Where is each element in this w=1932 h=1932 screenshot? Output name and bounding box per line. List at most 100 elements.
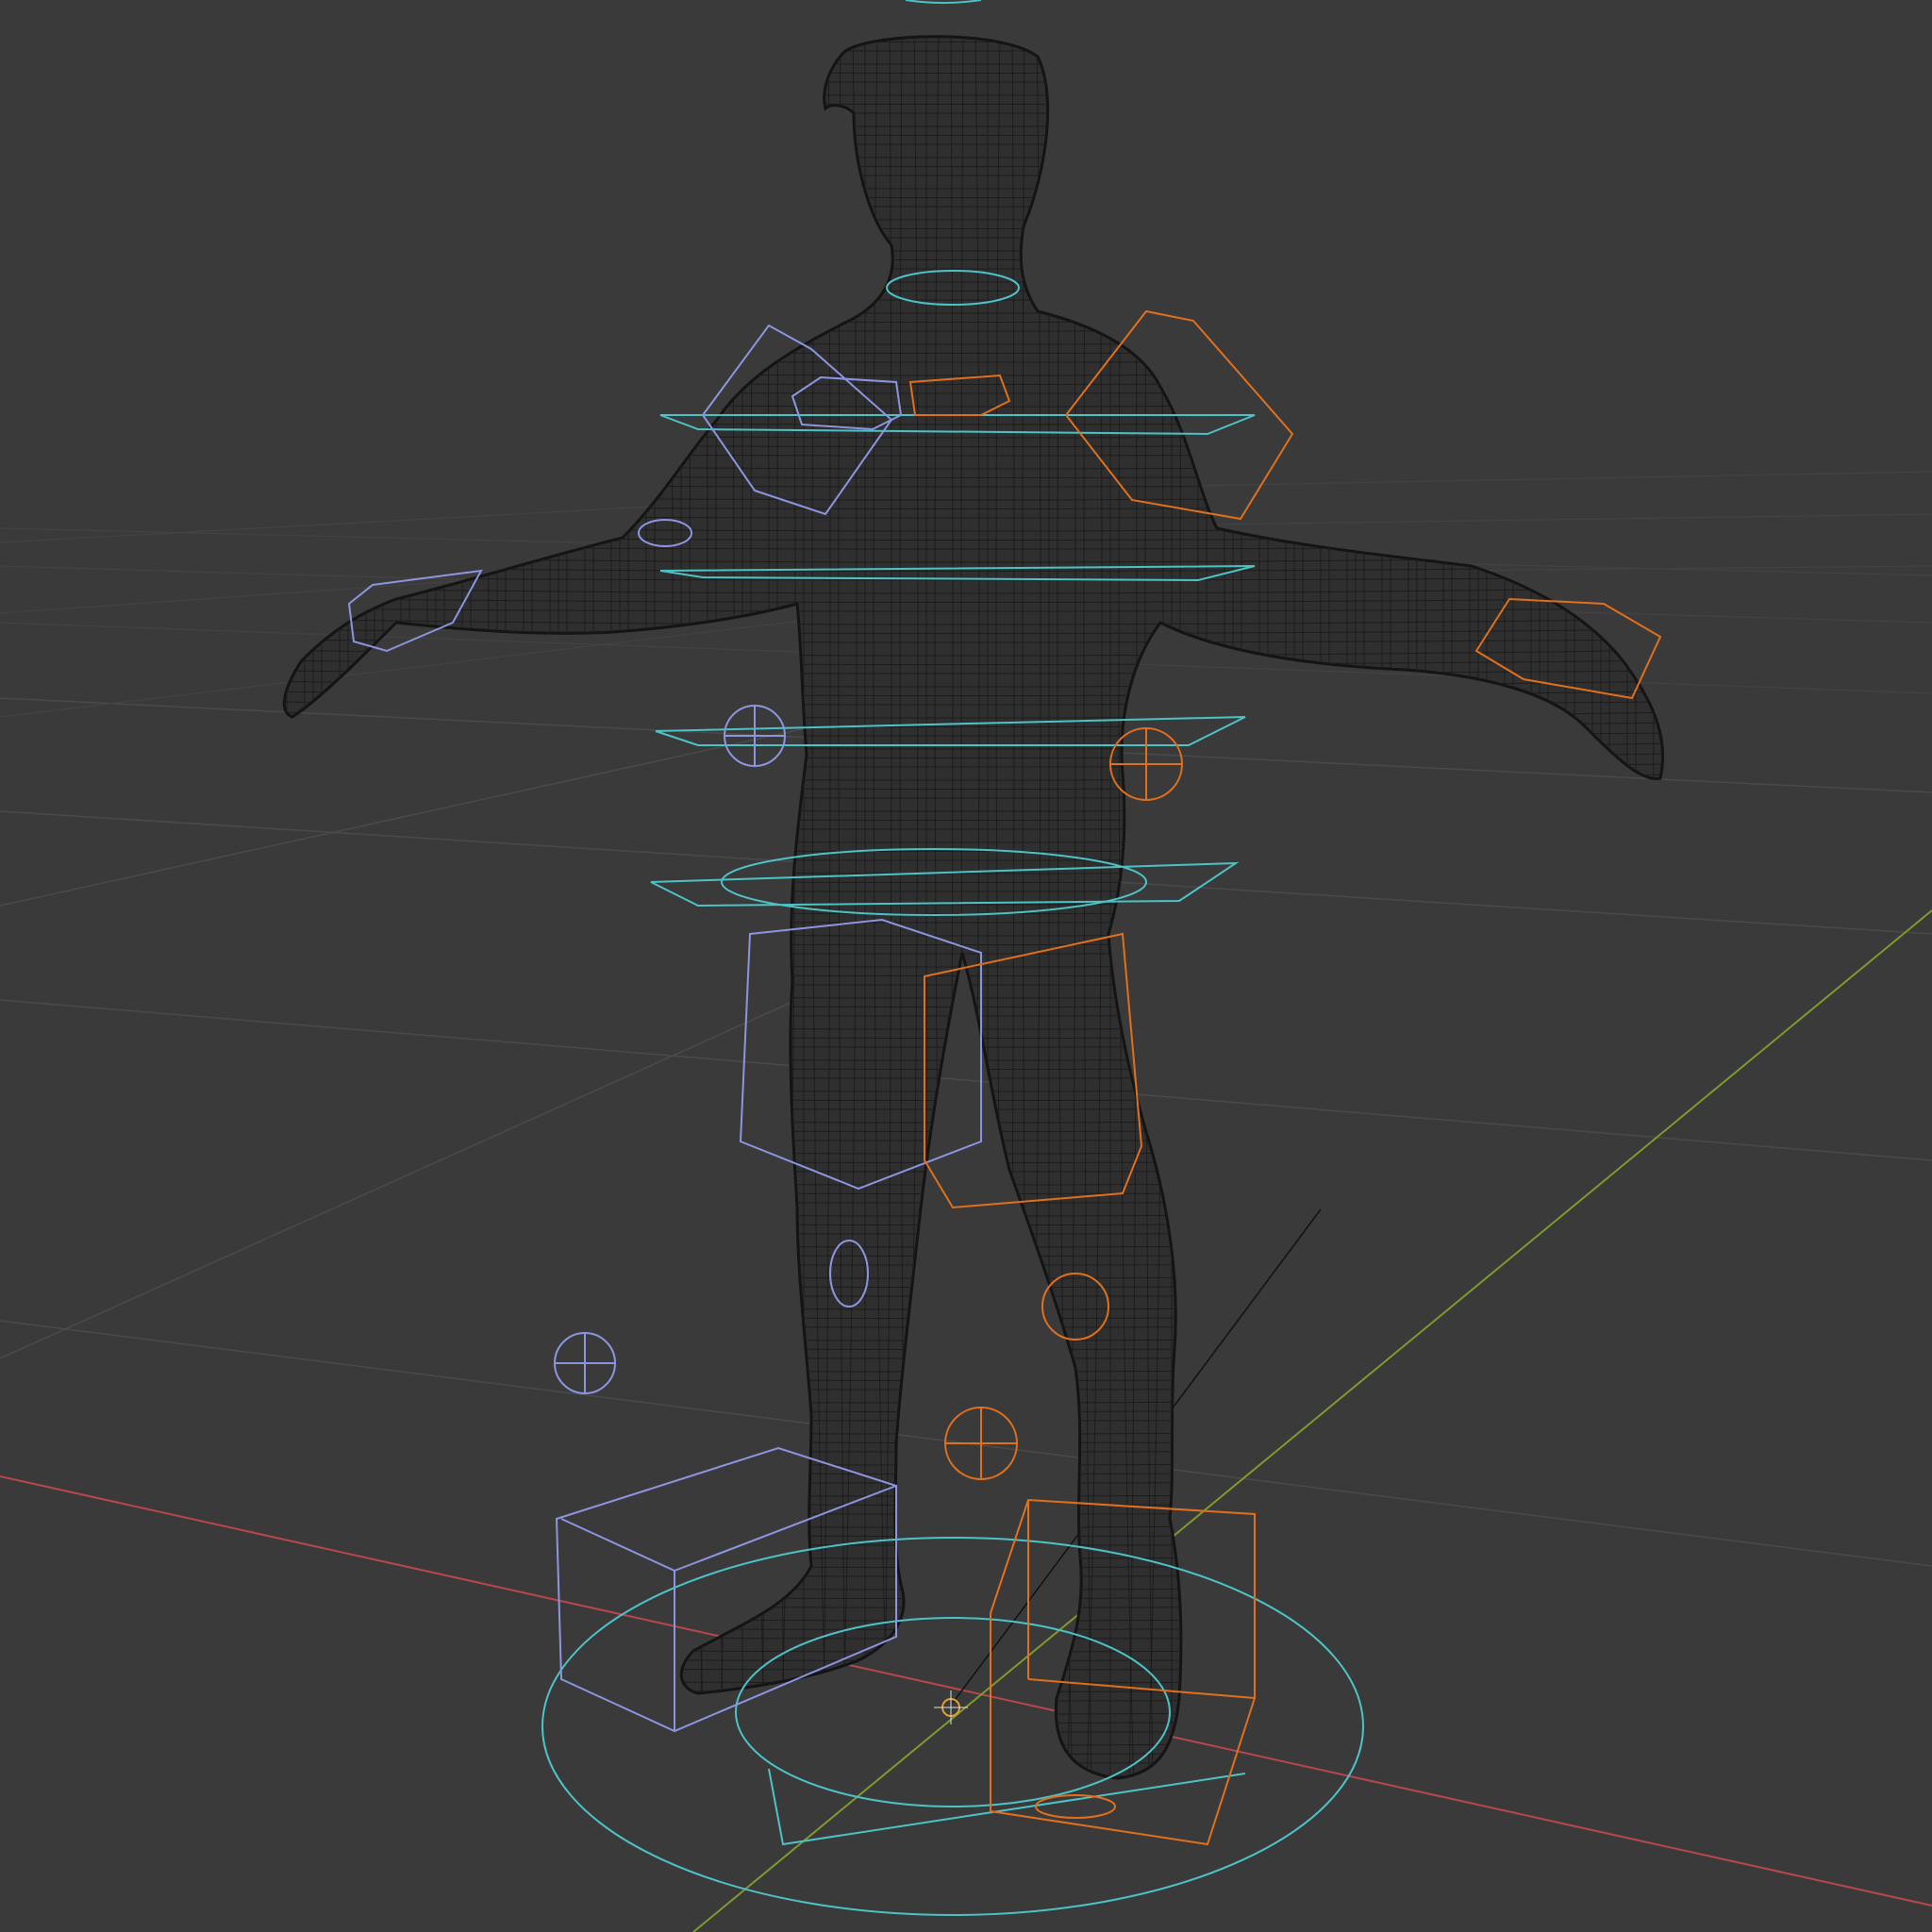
mesh-edge xyxy=(1267,36,1276,1778)
mesh-edge xyxy=(1515,36,1532,1778)
character-mesh[interactable] xyxy=(260,28,1686,1794)
mesh-edge xyxy=(284,1562,1663,1568)
mesh-edge xyxy=(638,36,647,1778)
mesh-edge xyxy=(284,1355,1663,1359)
mesh-edge xyxy=(1435,36,1444,1778)
mesh-edge xyxy=(284,1023,1663,1030)
mesh-edge xyxy=(1363,36,1380,1778)
mesh-edge xyxy=(1331,36,1348,1778)
mesh-edge xyxy=(284,1220,1663,1225)
head-control-partial[interactable] xyxy=(905,0,982,4)
mesh-edge xyxy=(284,1158,1663,1163)
mesh-edge xyxy=(284,1251,1663,1257)
mesh-edge xyxy=(1635,36,1644,1778)
mesh-edge xyxy=(284,1469,1663,1474)
mesh-edge xyxy=(284,1531,1663,1537)
mesh-edge xyxy=(284,1064,1663,1070)
mesh-edge xyxy=(284,1593,1663,1599)
mesh-edge xyxy=(654,36,663,1778)
mesh-edge xyxy=(331,36,341,1778)
mesh-edge xyxy=(284,1749,1663,1755)
viewport-canvas[interactable] xyxy=(0,0,1932,1932)
3d-viewport[interactable] xyxy=(0,0,1932,1932)
mesh-edge xyxy=(1512,36,1522,1778)
mesh-edge xyxy=(1454,36,1471,1778)
mesh-edge xyxy=(284,1375,1663,1381)
mesh-edge xyxy=(284,1168,1663,1173)
mesh-edge xyxy=(284,1635,1663,1640)
mesh-edge xyxy=(1270,36,1287,1778)
mesh-edge xyxy=(347,36,357,1778)
mesh-edge xyxy=(284,1656,1663,1661)
mesh-edge xyxy=(284,1334,1663,1341)
mesh-edge xyxy=(1486,36,1503,1778)
mesh-edge xyxy=(284,1666,1663,1671)
mesh-edge xyxy=(592,36,602,1778)
mesh-edge xyxy=(284,1126,1663,1132)
mesh-edge xyxy=(470,36,479,1778)
mesh-edge xyxy=(284,1054,1663,1061)
mesh-edge xyxy=(1496,36,1506,1778)
mesh-edge xyxy=(284,1043,1663,1048)
mesh-edge xyxy=(1392,36,1409,1778)
mesh-edge xyxy=(284,1147,1663,1155)
mesh-edge xyxy=(627,36,644,1778)
mesh-edge xyxy=(350,36,367,1778)
mesh-edge xyxy=(284,1282,1663,1288)
mesh-edge xyxy=(531,36,541,1778)
mesh-edge xyxy=(284,1386,1663,1391)
mesh-edge xyxy=(284,1645,1663,1653)
mesh-edge xyxy=(284,1510,1663,1515)
mesh-edge xyxy=(284,1199,1663,1204)
mesh-edge xyxy=(1451,36,1460,1778)
mesh-edge xyxy=(760,36,770,1778)
mesh-edge xyxy=(715,36,724,1778)
mesh-edge xyxy=(271,28,278,1792)
mesh-edge xyxy=(284,1739,1663,1746)
mesh-edge xyxy=(534,36,551,1778)
mesh-edge xyxy=(411,36,428,1778)
mesh-edge xyxy=(1576,36,1593,1778)
mesh-edge xyxy=(284,1541,1663,1546)
mesh-edge xyxy=(473,36,490,1778)
mesh-edge xyxy=(689,36,706,1778)
mesh-edge xyxy=(284,1604,1663,1608)
mesh-edge xyxy=(284,1759,1663,1764)
mesh-edge xyxy=(699,36,708,1778)
mesh-edge xyxy=(595,36,612,1778)
mesh-edge xyxy=(284,1500,1663,1506)
mesh-edge xyxy=(284,1697,1663,1702)
mesh-edge xyxy=(284,1085,1663,1092)
mesh-edge xyxy=(1638,36,1655,1778)
mesh-edge xyxy=(1302,36,1319,1778)
mesh-edge xyxy=(1206,36,1215,1778)
mesh-edge xyxy=(286,36,295,1778)
mesh-edge xyxy=(284,1624,1663,1630)
mesh-edge xyxy=(264,1791,1679,1794)
mesh-edge xyxy=(284,1241,1663,1248)
mesh-edge xyxy=(284,1313,1663,1319)
mesh-edge xyxy=(284,1178,1663,1186)
mesh-edge xyxy=(284,1458,1663,1466)
mesh-edge xyxy=(1374,36,1383,1778)
mesh-edge xyxy=(1190,36,1199,1778)
mesh-edge xyxy=(1208,36,1225,1778)
mesh-edge xyxy=(284,1573,1663,1577)
mesh-edge xyxy=(284,1417,1663,1422)
mesh-edge xyxy=(284,1365,1663,1373)
mesh-edge xyxy=(1312,36,1322,1778)
mesh-edge xyxy=(284,1033,1663,1039)
mesh-edge xyxy=(1671,28,1686,1792)
mesh-edge xyxy=(392,36,402,1778)
mesh-edge xyxy=(443,36,460,1778)
mesh-edge xyxy=(284,1261,1663,1266)
mesh-edge xyxy=(1424,36,1441,1778)
root-direction xyxy=(768,1768,1246,1846)
mesh-edge xyxy=(284,1521,1663,1528)
x-axis-line xyxy=(0,1475,1932,1907)
3d-cursor-icon[interactable] xyxy=(934,1690,968,1724)
mesh-edge xyxy=(454,36,463,1778)
mesh-edge xyxy=(776,36,786,1778)
mesh-edge xyxy=(264,1781,1679,1786)
mesh-edge xyxy=(284,1230,1663,1235)
